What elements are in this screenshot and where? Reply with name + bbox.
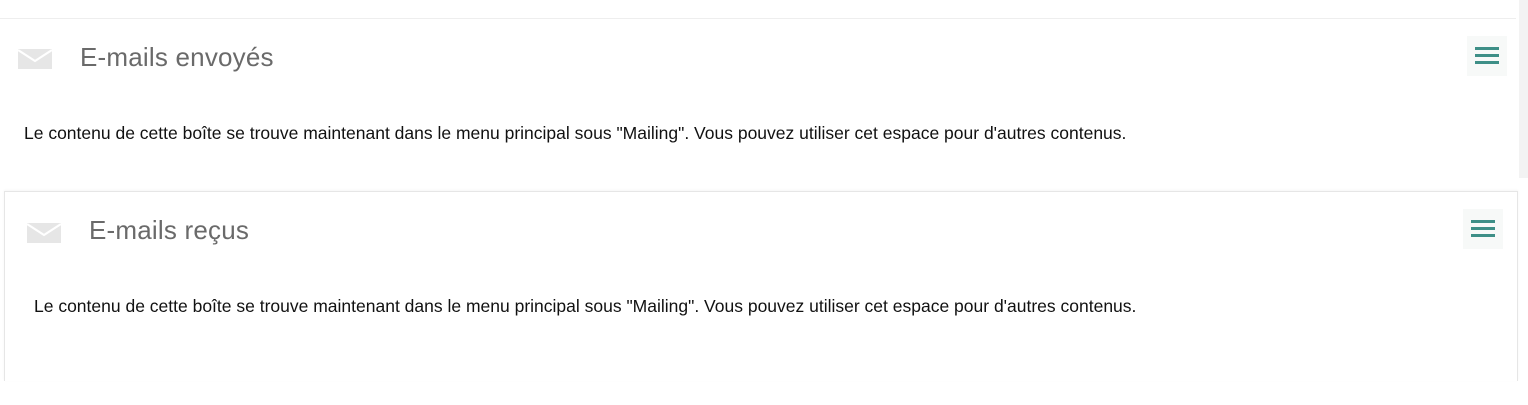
- panel-header: E-mails envoyés: [0, 19, 1516, 99]
- dashboard-widgets: E-mails envoyés Le contenu de cette boît…: [0, 0, 1528, 405]
- envelope-icon: [26, 223, 62, 243]
- panel-title: E-mails reçus: [89, 215, 250, 245]
- panel-menu-button[interactable]: [1467, 36, 1507, 76]
- scrollbar-track[interactable]: [1519, 0, 1528, 178]
- panel-body-text: Le contenu de cette boîte se trouve main…: [24, 123, 1127, 143]
- panel-body-text: Le contenu de cette boîte se trouve main…: [34, 296, 1137, 316]
- panel-menu-button[interactable]: [1463, 209, 1503, 249]
- panel-title: E-mails envoyés: [80, 42, 274, 72]
- panel-header: E-mails reçus: [5, 192, 1517, 272]
- envelope-icon: [17, 49, 53, 69]
- sent-emails-panel: E-mails envoyés Le contenu de cette boît…: [0, 18, 1516, 178]
- received-emails-panel: E-mails reçus Le contenu de cette boîte …: [4, 191, 1518, 381]
